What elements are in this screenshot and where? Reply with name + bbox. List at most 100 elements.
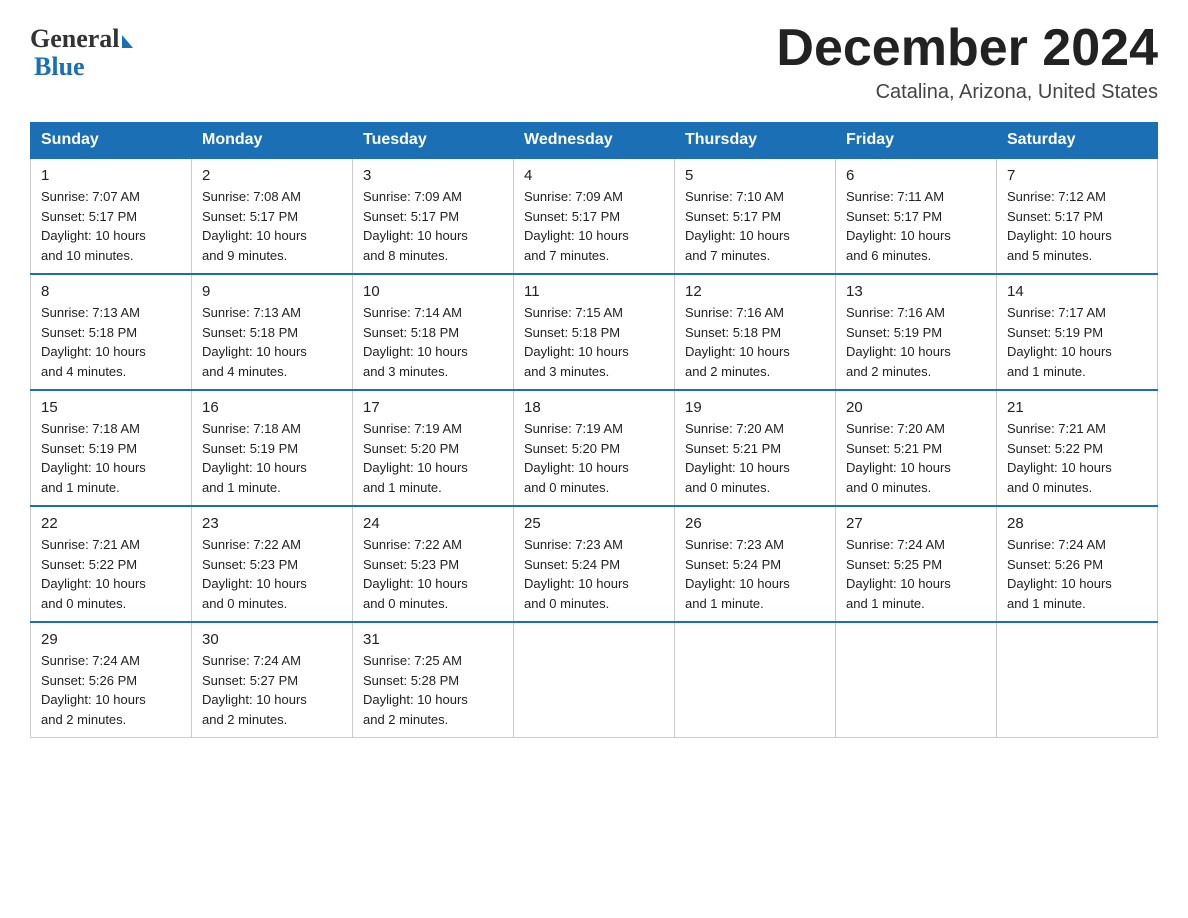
day-number: 10 — [363, 283, 503, 300]
day-number: 6 — [846, 167, 986, 184]
calendar-day-cell — [675, 622, 836, 738]
logo: General Blue — [30, 20, 133, 82]
calendar-week-row: 22 Sunrise: 7:21 AMSunset: 5:22 PMDaylig… — [31, 506, 1158, 622]
day-info: Sunrise: 7:17 AMSunset: 5:19 PMDaylight:… — [1007, 305, 1112, 379]
day-number: 24 — [363, 515, 503, 532]
day-info: Sunrise: 7:23 AMSunset: 5:24 PMDaylight:… — [685, 537, 790, 611]
calendar-day-cell: 3 Sunrise: 7:09 AMSunset: 5:17 PMDayligh… — [353, 158, 514, 274]
day-info: Sunrise: 7:21 AMSunset: 5:22 PMDaylight:… — [1007, 421, 1112, 495]
calendar-day-cell: 8 Sunrise: 7:13 AMSunset: 5:18 PMDayligh… — [31, 274, 192, 390]
calendar-day-cell: 13 Sunrise: 7:16 AMSunset: 5:19 PMDaylig… — [836, 274, 997, 390]
day-info: Sunrise: 7:19 AMSunset: 5:20 PMDaylight:… — [363, 421, 468, 495]
day-number: 3 — [363, 167, 503, 184]
day-number: 11 — [524, 283, 664, 300]
day-info: Sunrise: 7:24 AMSunset: 5:25 PMDaylight:… — [846, 537, 951, 611]
day-number: 28 — [1007, 515, 1147, 532]
calendar-day-cell: 1 Sunrise: 7:07 AMSunset: 5:17 PMDayligh… — [31, 158, 192, 274]
calendar-day-cell: 7 Sunrise: 7:12 AMSunset: 5:17 PMDayligh… — [997, 158, 1158, 274]
calendar-day-cell — [836, 622, 997, 738]
day-info: Sunrise: 7:13 AMSunset: 5:18 PMDaylight:… — [41, 305, 146, 379]
calendar-day-cell: 19 Sunrise: 7:20 AMSunset: 5:21 PMDaylig… — [675, 390, 836, 506]
day-number: 12 — [685, 283, 825, 300]
calendar-day-cell: 18 Sunrise: 7:19 AMSunset: 5:20 PMDaylig… — [514, 390, 675, 506]
calendar-day-cell: 15 Sunrise: 7:18 AMSunset: 5:19 PMDaylig… — [31, 390, 192, 506]
day-info: Sunrise: 7:22 AMSunset: 5:23 PMDaylight:… — [363, 537, 468, 611]
calendar-day-cell: 2 Sunrise: 7:08 AMSunset: 5:17 PMDayligh… — [192, 158, 353, 274]
calendar-day-cell: 28 Sunrise: 7:24 AMSunset: 5:26 PMDaylig… — [997, 506, 1158, 622]
calendar-day-cell: 4 Sunrise: 7:09 AMSunset: 5:17 PMDayligh… — [514, 158, 675, 274]
day-number: 1 — [41, 167, 181, 184]
day-info: Sunrise: 7:18 AMSunset: 5:19 PMDaylight:… — [41, 421, 146, 495]
calendar-day-cell: 11 Sunrise: 7:15 AMSunset: 5:18 PMDaylig… — [514, 274, 675, 390]
calendar-week-row: 15 Sunrise: 7:18 AMSunset: 5:19 PMDaylig… — [31, 390, 1158, 506]
calendar-week-row: 1 Sunrise: 7:07 AMSunset: 5:17 PMDayligh… — [31, 158, 1158, 274]
calendar-day-cell: 31 Sunrise: 7:25 AMSunset: 5:28 PMDaylig… — [353, 622, 514, 738]
day-info: Sunrise: 7:25 AMSunset: 5:28 PMDaylight:… — [363, 653, 468, 727]
calendar-day-cell: 22 Sunrise: 7:21 AMSunset: 5:22 PMDaylig… — [31, 506, 192, 622]
day-number: 25 — [524, 515, 664, 532]
calendar-day-cell: 27 Sunrise: 7:24 AMSunset: 5:25 PMDaylig… — [836, 506, 997, 622]
day-info: Sunrise: 7:13 AMSunset: 5:18 PMDaylight:… — [202, 305, 307, 379]
day-number: 22 — [41, 515, 181, 532]
day-info: Sunrise: 7:24 AMSunset: 5:26 PMDaylight:… — [1007, 537, 1112, 611]
day-info: Sunrise: 7:16 AMSunset: 5:19 PMDaylight:… — [846, 305, 951, 379]
main-title: December 2024 — [776, 20, 1158, 77]
day-info: Sunrise: 7:12 AMSunset: 5:17 PMDaylight:… — [1007, 189, 1112, 263]
calendar-table: SundayMondayTuesdayWednesdayThursdayFrid… — [30, 122, 1158, 738]
calendar-day-cell: 9 Sunrise: 7:13 AMSunset: 5:18 PMDayligh… — [192, 274, 353, 390]
calendar-day-cell — [514, 622, 675, 738]
calendar-day-cell: 10 Sunrise: 7:14 AMSunset: 5:18 PMDaylig… — [353, 274, 514, 390]
calendar-week-row: 8 Sunrise: 7:13 AMSunset: 5:18 PMDayligh… — [31, 274, 1158, 390]
day-number: 18 — [524, 399, 664, 416]
calendar-day-cell: 25 Sunrise: 7:23 AMSunset: 5:24 PMDaylig… — [514, 506, 675, 622]
calendar-day-cell — [997, 622, 1158, 738]
day-number: 19 — [685, 399, 825, 416]
day-number: 31 — [363, 631, 503, 648]
calendar-day-cell: 20 Sunrise: 7:20 AMSunset: 5:21 PMDaylig… — [836, 390, 997, 506]
day-info: Sunrise: 7:20 AMSunset: 5:21 PMDaylight:… — [846, 421, 951, 495]
calendar-day-cell: 6 Sunrise: 7:11 AMSunset: 5:17 PMDayligh… — [836, 158, 997, 274]
calendar-day-cell: 30 Sunrise: 7:24 AMSunset: 5:27 PMDaylig… — [192, 622, 353, 738]
calendar-day-cell: 14 Sunrise: 7:17 AMSunset: 5:19 PMDaylig… — [997, 274, 1158, 390]
day-info: Sunrise: 7:22 AMSunset: 5:23 PMDaylight:… — [202, 537, 307, 611]
day-info: Sunrise: 7:14 AMSunset: 5:18 PMDaylight:… — [363, 305, 468, 379]
calendar-day-cell: 5 Sunrise: 7:10 AMSunset: 5:17 PMDayligh… — [675, 158, 836, 274]
day-number: 20 — [846, 399, 986, 416]
day-number: 9 — [202, 283, 342, 300]
day-number: 27 — [846, 515, 986, 532]
day-info: Sunrise: 7:09 AMSunset: 5:17 PMDaylight:… — [363, 189, 468, 263]
day-info: Sunrise: 7:23 AMSunset: 5:24 PMDaylight:… — [524, 537, 629, 611]
day-number: 21 — [1007, 399, 1147, 416]
calendar-day-cell: 17 Sunrise: 7:19 AMSunset: 5:20 PMDaylig… — [353, 390, 514, 506]
day-info: Sunrise: 7:20 AMSunset: 5:21 PMDaylight:… — [685, 421, 790, 495]
day-info: Sunrise: 7:24 AMSunset: 5:26 PMDaylight:… — [41, 653, 146, 727]
calendar-day-cell: 12 Sunrise: 7:16 AMSunset: 5:18 PMDaylig… — [675, 274, 836, 390]
calendar-header-wednesday: Wednesday — [514, 123, 675, 159]
day-number: 17 — [363, 399, 503, 416]
calendar-week-row: 29 Sunrise: 7:24 AMSunset: 5:26 PMDaylig… — [31, 622, 1158, 738]
subtitle: Catalina, Arizona, United States — [776, 81, 1158, 104]
day-info: Sunrise: 7:15 AMSunset: 5:18 PMDaylight:… — [524, 305, 629, 379]
calendar-day-cell: 29 Sunrise: 7:24 AMSunset: 5:26 PMDaylig… — [31, 622, 192, 738]
day-number: 8 — [41, 283, 181, 300]
calendar-header-saturday: Saturday — [997, 123, 1158, 159]
day-number: 30 — [202, 631, 342, 648]
day-info: Sunrise: 7:07 AMSunset: 5:17 PMDaylight:… — [41, 189, 146, 263]
calendar-header-monday: Monday — [192, 123, 353, 159]
page-header: General Blue December 2024 Catalina, Ari… — [30, 20, 1158, 104]
day-info: Sunrise: 7:08 AMSunset: 5:17 PMDaylight:… — [202, 189, 307, 263]
day-info: Sunrise: 7:10 AMSunset: 5:17 PMDaylight:… — [685, 189, 790, 263]
calendar-header-row: SundayMondayTuesdayWednesdayThursdayFrid… — [31, 123, 1158, 159]
day-info: Sunrise: 7:18 AMSunset: 5:19 PMDaylight:… — [202, 421, 307, 495]
day-number: 5 — [685, 167, 825, 184]
calendar-day-cell: 26 Sunrise: 7:23 AMSunset: 5:24 PMDaylig… — [675, 506, 836, 622]
day-number: 7 — [1007, 167, 1147, 184]
day-info: Sunrise: 7:21 AMSunset: 5:22 PMDaylight:… — [41, 537, 146, 611]
calendar-header-sunday: Sunday — [31, 123, 192, 159]
day-info: Sunrise: 7:11 AMSunset: 5:17 PMDaylight:… — [846, 189, 951, 263]
day-number: 23 — [202, 515, 342, 532]
logo-blue-text: Blue — [30, 52, 85, 82]
calendar-day-cell: 23 Sunrise: 7:22 AMSunset: 5:23 PMDaylig… — [192, 506, 353, 622]
day-number: 29 — [41, 631, 181, 648]
logo-general-text: General — [30, 24, 120, 54]
